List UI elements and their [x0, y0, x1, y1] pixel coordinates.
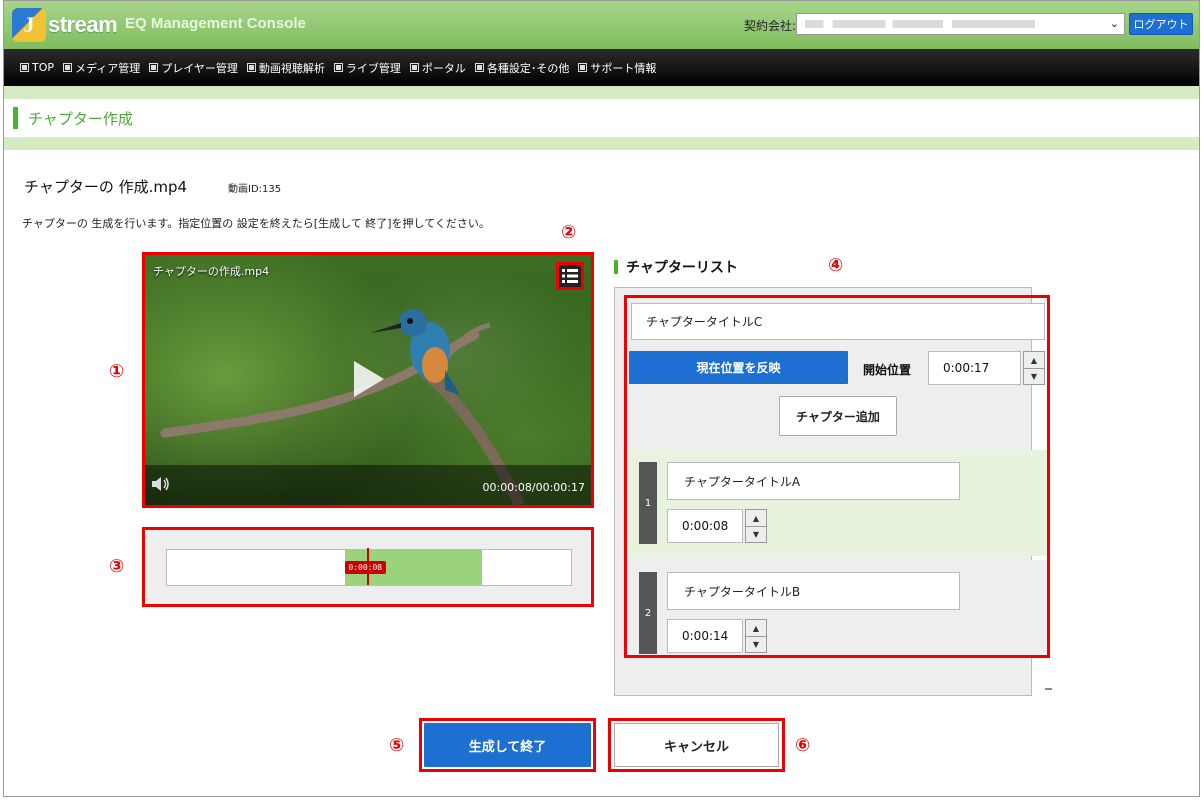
checkbox-icon [474, 63, 484, 72]
player-title: チャプターの作成.mp4 [153, 265, 270, 278]
player-controls: 00:00:08/00:00:17 [145, 465, 591, 505]
spin-down-icon[interactable]: ▼ [746, 636, 766, 652]
annotation-marker-3: ③ [109, 556, 125, 577]
nav-item-settings[interactable]: 各種設定･その他 [474, 60, 570, 76]
nav-item-portal[interactable]: ポータル [409, 60, 466, 76]
annotation-marker-2: ② [561, 222, 577, 243]
annotation-marker-5: ⑤ [389, 735, 405, 756]
spin-down-icon[interactable]: ▼ [1024, 368, 1044, 384]
checkbox-icon [149, 63, 159, 72]
nav-label: プレイヤー管理 [161, 61, 238, 75]
timeline-track[interactable]: 0:00:08 [166, 548, 572, 586]
checkbox-icon [246, 63, 256, 72]
page-title: チャプター作成 [28, 109, 133, 128]
list-icon [562, 269, 578, 283]
top-header: J stream EQ Management Console 契約会社: ⌄ ロ… [4, 1, 1199, 49]
generate-and-finish-button[interactable]: 生成して終了 [424, 723, 591, 767]
spin-up-icon[interactable]: ▲ [746, 510, 766, 526]
contract-select[interactable]: ⌄ [796, 13, 1125, 35]
nav-item-support[interactable]: サポート情報 [578, 60, 656, 76]
checkbox-icon [20, 63, 29, 72]
contract-label: 契約会社: [744, 19, 797, 33]
checkbox-icon [63, 63, 73, 72]
nav-item-player[interactable]: プレイヤー管理 [149, 60, 238, 76]
nav-label: ライブ管理 [345, 61, 401, 75]
chapter-timeline: 0:00:08 [142, 527, 594, 607]
volume-icon[interactable] [151, 476, 171, 495]
divider-band [4, 137, 1199, 150]
chapter-time-stepper[interactable]: ▲ ▼ [745, 509, 767, 543]
video-id: 動画ID:135 [228, 184, 282, 195]
annotation-marker-6: ⑥ [795, 735, 811, 756]
chapter-number: 2 [639, 572, 657, 654]
timeline-time-badge: 0:00:08 [344, 561, 386, 574]
logo-mark: J [12, 8, 46, 42]
chevron-down-icon: ⌄ [1109, 17, 1119, 30]
nav-label: 動画視聴解析 [258, 61, 325, 75]
nav-label: ポータル [421, 61, 466, 75]
chapter-row: 1 チャプタータイトルA 0:00:08 ▲ ▼ [627, 450, 1047, 556]
jstream-logo: J stream [12, 8, 118, 42]
checkbox-icon [409, 63, 419, 72]
nav-label: 各種設定･その他 [486, 61, 570, 75]
logo-text: stream [48, 12, 118, 37]
scroll-down-icon[interactable] [1045, 688, 1052, 690]
instructions: チャプターの 生成を行います。指定位置の 設定を終えたら[生成して 終了]を押し… [22, 217, 490, 230]
divider-band [4, 86, 1199, 99]
nav-item-analytics[interactable]: 動画視聴解析 [246, 60, 325, 76]
start-position-label: 開始位置 [863, 363, 912, 377]
annotation-marker-4: ④ [828, 255, 844, 276]
checkbox-icon [578, 63, 588, 72]
chapter-title-input[interactable]: チャプタータイトルA [667, 462, 960, 500]
chapter-time-input[interactable]: 0:00:14 [667, 619, 743, 653]
new-chapter-title-input[interactable]: チャプタータイトルC [631, 303, 1045, 340]
file-title: チャプターの 作成.mp4 [24, 178, 188, 196]
nav-item-media[interactable]: メディア管理 [63, 60, 140, 76]
title-accent [13, 107, 18, 129]
timecode: 00:00:08/00:00:17 [482, 481, 585, 494]
play-icon[interactable] [352, 359, 386, 402]
chapter-time-input[interactable]: 0:00:08 [667, 509, 743, 543]
checkbox-icon [333, 63, 343, 72]
chapter-list-header: チャプターリスト [614, 257, 738, 277]
console-title: EQ Management Console [125, 15, 306, 32]
page-title-bar: チャプター作成 [4, 99, 1199, 137]
cancel-button[interactable]: キャンセル [614, 723, 779, 767]
nav-label: メディア管理 [75, 61, 141, 75]
logout-button[interactable]: ログアウト [1129, 13, 1193, 35]
add-chapter-button[interactable]: チャプター追加 [779, 396, 897, 436]
nav-label: サポート情報 [590, 61, 657, 75]
nav-item-live[interactable]: ライブ管理 [333, 60, 401, 76]
video-player[interactable]: チャプターの作成.mp4 00:00:08/00:00:17 [142, 252, 594, 508]
annotation-marker-1: ① [109, 361, 125, 382]
chapter-number: 1 [639, 462, 657, 544]
start-position-stepper[interactable]: ▲ ▼ [1023, 351, 1045, 385]
spin-up-icon[interactable]: ▲ [746, 620, 766, 636]
reflect-current-position-button[interactable]: 現在位置を反映 [629, 351, 848, 384]
start-position-input[interactable]: 0:00:17 [928, 351, 1021, 385]
nav-item-top[interactable]: TOP [20, 61, 54, 74]
chapter-title-input[interactable]: チャプタータイトルB [667, 572, 960, 610]
chapter-row: 2 チャプタータイトルB 0:00:14 ▲ ▼ [627, 560, 1047, 655]
heading-accent [614, 260, 618, 274]
spin-down-icon[interactable]: ▼ [746, 526, 766, 542]
main-nav: TOP メディア管理 プレイヤー管理 動画視聴解析 ライブ管理 ポータル 各種設… [4, 49, 1199, 86]
chapter-list-button[interactable] [556, 262, 584, 290]
nav-label: TOP [32, 61, 55, 74]
chapter-editor: チャプタータイトルC 現在位置を反映 開始位置 0:00:17 ▲ ▼ チャプタ… [624, 295, 1050, 658]
blurred-contract-name [805, 20, 1035, 28]
spin-up-icon[interactable]: ▲ [1024, 352, 1044, 368]
chapter-list-title: チャプターリスト [626, 260, 738, 276]
chapter-time-stepper[interactable]: ▲ ▼ [745, 619, 767, 653]
